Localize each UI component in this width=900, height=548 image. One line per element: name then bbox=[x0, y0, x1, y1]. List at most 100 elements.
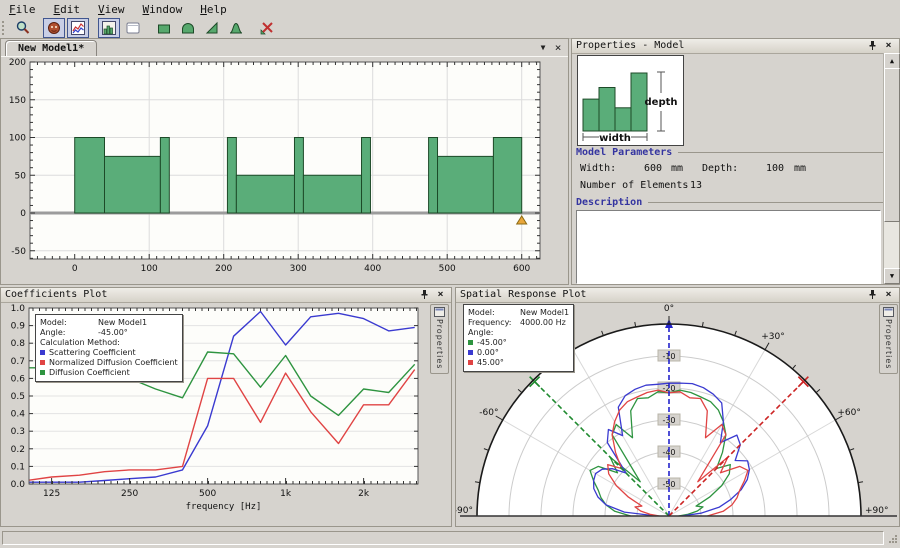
close-spatial-button[interactable]: × bbox=[882, 289, 895, 301]
coefficients-legend: Model:New Model1 Angle:-45.00° Calculati… bbox=[35, 314, 183, 382]
svg-text:0.7: 0.7 bbox=[11, 357, 25, 367]
angle-45-swatch bbox=[468, 360, 473, 365]
coefficients-plot-button[interactable] bbox=[67, 18, 89, 38]
svg-text:0.1: 0.1 bbox=[11, 462, 25, 472]
pin-icon bbox=[868, 289, 877, 300]
menu-edit[interactable]: Edit bbox=[45, 2, 90, 17]
svg-text:125: 125 bbox=[43, 489, 60, 499]
thumbnail-depth-label: depth bbox=[645, 97, 678, 108]
svg-text:500: 500 bbox=[199, 489, 216, 499]
width-unit: mm bbox=[671, 163, 683, 174]
coefficients-plot-icon bbox=[70, 20, 86, 36]
svg-text:250: 250 bbox=[121, 489, 138, 499]
svg-text:frequency [Hz]: frequency [Hz] bbox=[186, 502, 262, 512]
width-value: 600 bbox=[644, 163, 662, 174]
menu-window[interactable]: Window bbox=[134, 2, 192, 17]
elements-label: Number of Elements bbox=[580, 180, 688, 191]
close-model-window-button[interactable]: × bbox=[551, 41, 565, 54]
spatial-response-button[interactable] bbox=[98, 18, 120, 38]
description-header: Description bbox=[576, 197, 891, 208]
properties-side-tab[interactable]: Properties bbox=[879, 304, 898, 374]
tab-new-model1[interactable]: New Model1* bbox=[5, 40, 97, 56]
rect-element-icon bbox=[156, 20, 172, 36]
dome-element-icon bbox=[180, 20, 196, 36]
svg-text:0°: 0° bbox=[664, 304, 674, 314]
properties-panel-title: Properties - Model × bbox=[572, 39, 899, 54]
properties-tab-icon bbox=[883, 307, 894, 317]
depth-value: 100 bbox=[766, 163, 784, 174]
properties-scrollbar[interactable]: ▲ ▼ bbox=[883, 53, 899, 284]
svg-text:50: 50 bbox=[15, 171, 27, 181]
add-dome-element-button[interactable] bbox=[177, 18, 199, 38]
coefficients-panel: Coefficients Plot × 1252505001k2k0.00.10… bbox=[0, 287, 452, 527]
svg-text:0.2: 0.2 bbox=[11, 445, 25, 455]
zoom-icon bbox=[15, 20, 31, 36]
status-message bbox=[2, 531, 884, 545]
vertical-splitter[interactable] bbox=[452, 287, 455, 527]
scattering-swatch bbox=[40, 350, 45, 355]
add-bell-element-button[interactable] bbox=[225, 18, 247, 38]
diffusion-swatch bbox=[40, 370, 45, 375]
spatial-panel-title-text: Spatial Response Plot bbox=[460, 289, 586, 300]
svg-text:0.3: 0.3 bbox=[11, 427, 25, 437]
pin-button[interactable] bbox=[418, 289, 431, 301]
description-textarea[interactable] bbox=[576, 210, 881, 284]
properties-tab-icon bbox=[434, 307, 445, 317]
menu-view[interactable]: View bbox=[89, 2, 134, 17]
window-view-button[interactable] bbox=[122, 18, 144, 38]
model-thumbnail: depth width bbox=[577, 55, 684, 146]
menu-bar: File Edit View Window Help bbox=[0, 0, 900, 19]
angle-neg45-swatch bbox=[468, 340, 473, 345]
remove-element-button[interactable] bbox=[256, 18, 278, 38]
model-view-icon bbox=[46, 20, 62, 36]
remove-element-icon bbox=[259, 20, 275, 36]
svg-text:200: 200 bbox=[9, 58, 26, 68]
horizontal-splitter[interactable] bbox=[0, 285, 900, 287]
pin-button[interactable] bbox=[866, 289, 879, 301]
scroll-down-button[interactable]: ▼ bbox=[884, 268, 900, 284]
toolbar-grip[interactable] bbox=[2, 21, 8, 35]
zoom-button[interactable] bbox=[12, 18, 34, 38]
pin-icon bbox=[868, 40, 877, 51]
properties-panel: Properties - Model × depth width Model bbox=[571, 38, 900, 285]
status-bar bbox=[0, 529, 900, 546]
angle-0-swatch bbox=[468, 350, 473, 355]
menu-help[interactable]: Help bbox=[191, 2, 236, 17]
properties-side-tab[interactable]: Properties bbox=[430, 304, 449, 374]
window-menu-button[interactable]: ▼ bbox=[536, 41, 550, 54]
bell-element-icon bbox=[228, 20, 244, 36]
svg-text:+30°: +30° bbox=[761, 332, 785, 342]
svg-text:0: 0 bbox=[72, 264, 78, 274]
model-view-button[interactable] bbox=[43, 18, 65, 38]
window-view-icon bbox=[125, 20, 141, 36]
svg-text:200: 200 bbox=[215, 264, 232, 274]
spatial-legend: Model:New Model1 Frequency:4000.00 Hz An… bbox=[463, 304, 574, 372]
coefficients-panel-title: Coefficients Plot × bbox=[1, 288, 451, 303]
svg-text:-90°: -90° bbox=[456, 506, 473, 516]
coefficients-panel-title-text: Coefficients Plot bbox=[5, 289, 107, 300]
spatial-panel-title: Spatial Response Plot × bbox=[456, 288, 899, 303]
normalized-diffusion-swatch bbox=[40, 360, 45, 365]
svg-text:500: 500 bbox=[439, 264, 456, 274]
svg-text:2k: 2k bbox=[358, 489, 370, 499]
svg-text:100: 100 bbox=[141, 264, 158, 274]
menu-file[interactable]: File bbox=[0, 2, 45, 17]
model-parameters-header: Model Parameters bbox=[576, 147, 891, 158]
svg-text:1k: 1k bbox=[280, 489, 292, 499]
add-rect-element-button[interactable] bbox=[153, 18, 175, 38]
resize-grip[interactable] bbox=[888, 534, 898, 544]
close-coefficients-button[interactable]: × bbox=[434, 289, 447, 301]
width-label: Width: bbox=[580, 163, 616, 174]
depth-unit: mm bbox=[794, 163, 806, 174]
model-profile-chart[interactable]: 0100200300400500600-50050100150200 bbox=[2, 56, 568, 285]
svg-text:0.6: 0.6 bbox=[11, 374, 26, 384]
spatial-panel: Spatial Response Plot × -10-20-30-40-500… bbox=[455, 287, 900, 527]
pin-button[interactable] bbox=[866, 40, 879, 52]
svg-text:0.9: 0.9 bbox=[11, 322, 26, 332]
close-properties-button[interactable]: × bbox=[882, 40, 895, 52]
wedge-element-icon bbox=[204, 20, 220, 36]
svg-text:0: 0 bbox=[20, 209, 26, 219]
add-wedge-element-button[interactable] bbox=[201, 18, 223, 38]
scroll-up-button[interactable]: ▲ bbox=[884, 53, 900, 69]
scrollbar-thumb[interactable] bbox=[884, 68, 900, 222]
